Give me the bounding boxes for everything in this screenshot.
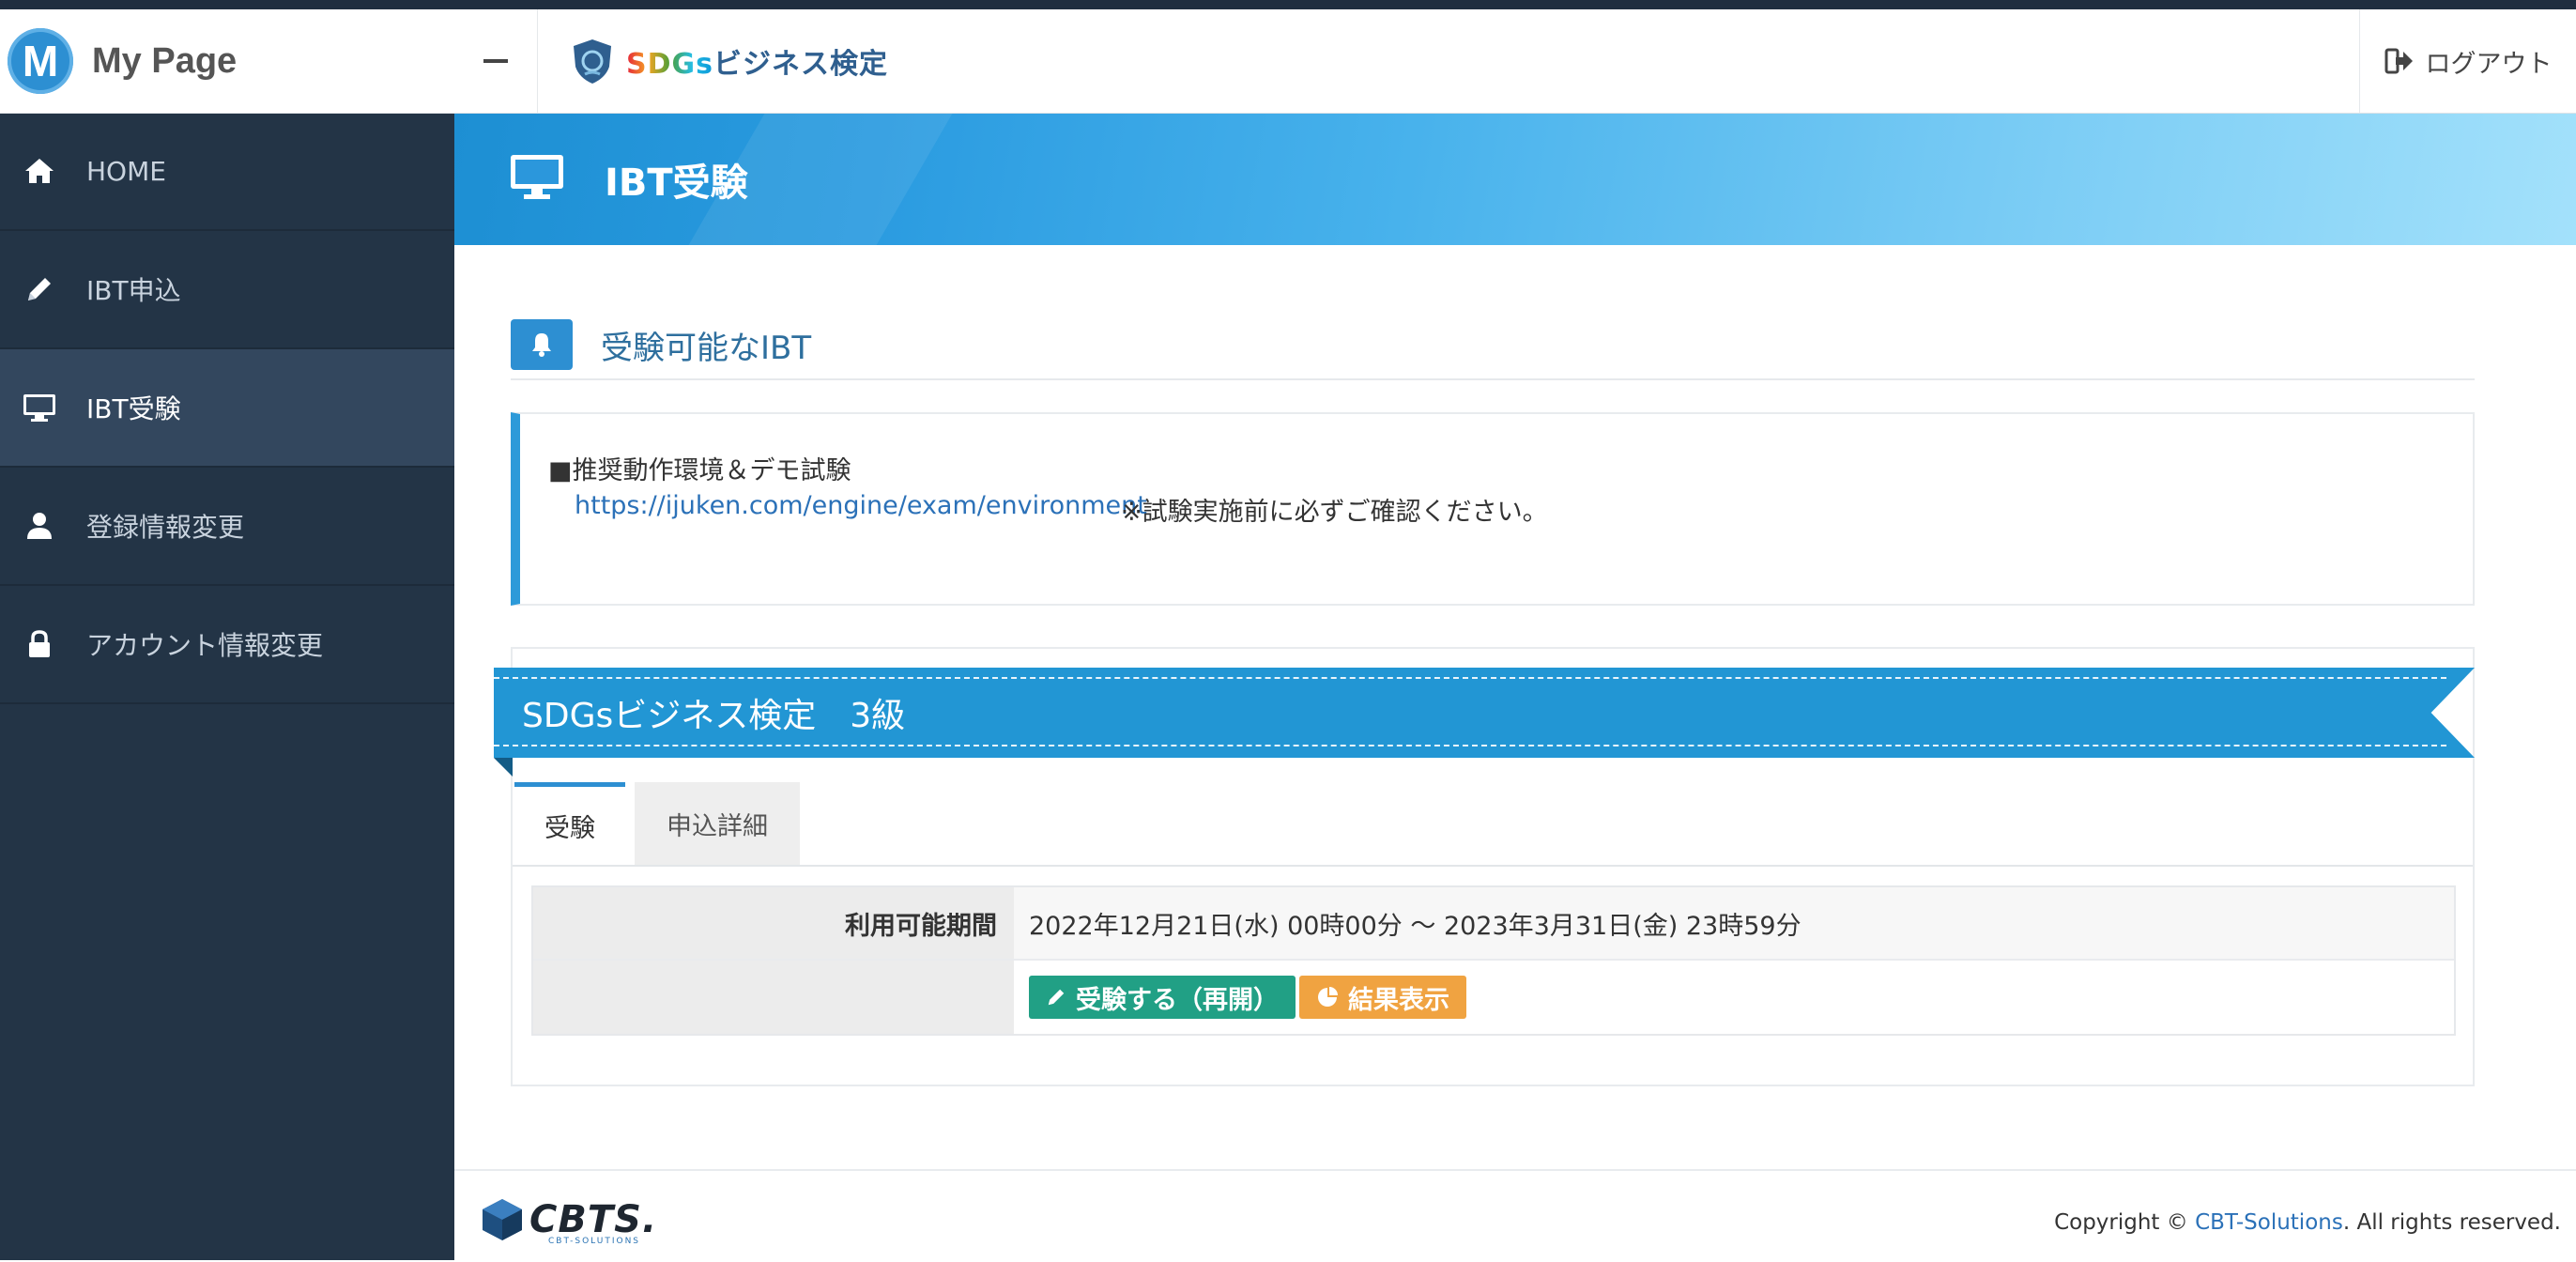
hamburger-icon xyxy=(483,59,508,63)
top-strip xyxy=(0,0,2576,9)
sidebar-item-label: アカウント情報変更 xyxy=(86,630,324,661)
brand-logo: M xyxy=(8,28,73,94)
logout-icon xyxy=(2384,48,2413,74)
sidebar-item-registration[interactable]: 登録情報変更 xyxy=(0,468,454,586)
page-title: IBT受験 xyxy=(605,162,748,205)
brand-logo-letter: M xyxy=(22,37,59,85)
notice-heading: ■推奨動作環境＆デモ試験 xyxy=(548,456,851,485)
table-row: 利用可能期間 2022年12月21日(水) 00時00分 ～ 2023年3月31… xyxy=(533,887,2454,961)
sidebar-item-ibt-apply[interactable]: IBT申込 xyxy=(0,231,454,349)
empty-label-cell xyxy=(533,961,1014,1034)
footer-logo: CBTS. xyxy=(481,1197,657,1242)
menu-toggle-button[interactable] xyxy=(454,9,538,113)
monitor-icon xyxy=(509,153,565,206)
sidebar: M My Page HOME IBT申込 IBT受験 登録情報変更 アカウント情… xyxy=(0,9,454,1260)
tab-exam[interactable]: 受験 xyxy=(514,782,625,865)
sidebar-item-home[interactable]: HOME xyxy=(0,113,454,231)
logout-button[interactable]: ログアウト xyxy=(2359,9,2576,113)
section-title: 受験可能なIBT xyxy=(601,329,812,367)
top-header: SDGsビジネス検定 ログアウト xyxy=(454,9,2576,114)
environment-link[interactable]: https://ijuken.com/engine/exam/environme… xyxy=(575,491,1147,520)
notice-note: ※試験実施前に必ずご確認ください。 xyxy=(1121,498,1548,527)
home-icon xyxy=(21,157,58,185)
logo-rest-text: ビジネス検定 xyxy=(713,48,888,81)
copyright-link[interactable]: CBT-Solutions xyxy=(2195,1210,2343,1235)
logout-label: ログアウト xyxy=(2425,49,2553,79)
notice-box: ■推奨動作環境＆デモ試験 https://ijuken.com/engine/e… xyxy=(511,412,2475,606)
exam-tabs: 受験 申込詳細 xyxy=(513,782,2473,867)
lock-icon xyxy=(21,629,58,659)
tab-application-details[interactable]: 申込詳細 xyxy=(635,782,800,865)
table-row: 受験する（再開） 結果表示 xyxy=(533,961,2454,1034)
period-value: 2022年12月21日(水) 00時00分 ～ 2023年3月31日(金) 23… xyxy=(1014,887,2454,959)
header-logo[interactable]: SDGsビジネス検定 xyxy=(568,37,888,85)
brand-title: My Page xyxy=(92,40,238,81)
copyright-suffix: . All rights reserved. xyxy=(2342,1210,2561,1235)
show-result-label: 結果表示 xyxy=(1348,985,1449,1015)
start-exam-button[interactable]: 受験する（再開） xyxy=(1029,976,1296,1019)
brand[interactable]: M My Page xyxy=(0,9,454,114)
sidebar-item-ibt-exam[interactable]: IBT受験 xyxy=(0,349,454,468)
start-exam-label: 受験する（再開） xyxy=(1076,985,1279,1015)
shield-logo-icon xyxy=(574,39,611,84)
user-icon xyxy=(21,511,58,541)
monitor-icon xyxy=(21,392,58,423)
cube-logo-icon xyxy=(483,1199,522,1240)
period-label: 利用可能期間 xyxy=(533,887,1014,959)
sidebar-item-label: IBT受験 xyxy=(86,393,181,424)
footer: CBTS. CBT-SOLUTIONS Copyright © CBT-Solu… xyxy=(454,1169,2576,1262)
sidebar-item-label: 登録情報変更 xyxy=(86,512,245,543)
logo-sdgs-text: SDGs xyxy=(626,48,713,81)
pencil-icon xyxy=(1048,989,1065,1006)
pencil-icon xyxy=(21,274,58,304)
pie-chart-icon xyxy=(1318,987,1338,1007)
show-result-button[interactable]: 結果表示 xyxy=(1299,976,1466,1019)
sidebar-item-account[interactable]: アカウント情報変更 xyxy=(0,586,454,704)
section-header: 受験可能なIBT xyxy=(511,311,2475,380)
exam-card: SDGsビジネス検定 3級 受験 申込詳細 利用可能期間 2022年12月21日… xyxy=(494,647,2475,1086)
footer-logo-text: CBTS. xyxy=(529,1198,658,1241)
ribbon-fold xyxy=(494,758,513,777)
sidebar-nav: HOME IBT申込 IBT受験 登録情報変更 アカウント情報変更 xyxy=(0,113,454,704)
bell-icon xyxy=(511,319,573,370)
sidebar-item-label: IBT申込 xyxy=(86,275,181,306)
page-title-band: IBT受験 xyxy=(454,114,2576,245)
header-logo-text: SDGsビジネス検定 xyxy=(626,40,888,82)
sidebar-item-label: HOME xyxy=(86,155,166,187)
main-content: 受験可能なIBT ■推奨動作環境＆デモ試験 https://ijuken.com… xyxy=(454,245,2576,1169)
footer-logo-subtext: CBT-SOLUTIONS xyxy=(548,1237,641,1246)
exam-info-table: 利用可能期間 2022年12月21日(水) 00時00分 ～ 2023年3月31… xyxy=(531,885,2456,1036)
exam-ribbon: SDGsビジネス検定 3級 xyxy=(494,668,2475,758)
exam-title: SDGsビジネス検定 3級 xyxy=(522,697,906,735)
copyright: Copyright © CBT-Solutions. All rights re… xyxy=(2054,1210,2561,1235)
copyright-prefix: Copyright © xyxy=(2054,1210,2196,1235)
actions-cell: 受験する（再開） 結果表示 xyxy=(1014,961,2454,1034)
